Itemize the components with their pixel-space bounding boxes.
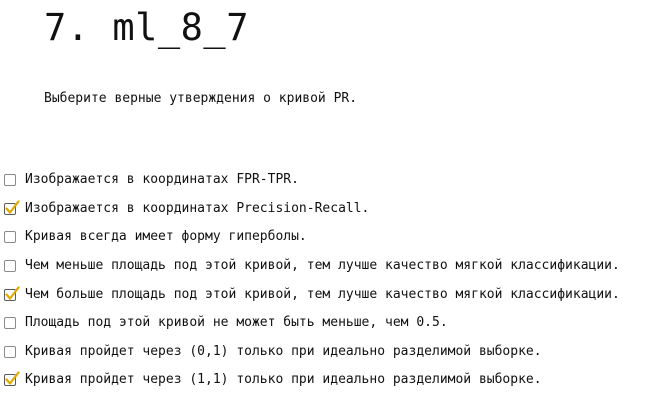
option-checkbox[interactable] (4, 174, 16, 187)
answer-option[interactable]: Чем меньше площадь под этой кривой, тем … (4, 252, 620, 281)
checkmark-icon (5, 371, 20, 386)
answer-option[interactable]: Кривая всегда имеет форму гиперболы. (4, 223, 620, 252)
option-label: Изображается в координатах FPR-TPR. (25, 172, 299, 188)
option-label: Площадь под этой кривой не может быть ме… (25, 315, 448, 331)
option-label: Кривая всегда имеет форму гиперболы. (25, 229, 307, 245)
page-title: 7. ml_8_7 (44, 6, 249, 49)
checkmark-icon (5, 286, 20, 300)
option-checkbox[interactable] (4, 345, 16, 358)
answer-option[interactable]: Изображается в координатах Precision-Rec… (4, 195, 620, 224)
option-label: Кривая пройдет через (1,1) только при ид… (25, 372, 542, 388)
option-checkbox[interactable] (4, 260, 16, 273)
option-label: Чем больше площадь под этой кривой, тем … (25, 286, 620, 302)
answer-option[interactable]: Чем больше площадь под этой кривой, тем … (4, 280, 620, 309)
answer-option[interactable]: Кривая пройдет через (0,1) только при ид… (4, 338, 620, 367)
option-label: Кривая пройдет через (0,1) только при ид… (25, 343, 542, 359)
answer-option[interactable]: Кривая пройдет через (1,1) только при ид… (4, 366, 620, 395)
answer-option[interactable]: Изображается в координатах FPR-TPR. (4, 166, 620, 195)
option-label: Чем меньше площадь под этой кривой, тем … (25, 258, 620, 274)
answer-option[interactable]: Площадь под этой кривой не может быть ме… (4, 309, 620, 338)
option-checkbox[interactable] (4, 371, 20, 387)
option-checkbox[interactable] (4, 200, 20, 215)
answer-options-list: Изображается в координатах FPR-TPR. Изоб… (4, 166, 620, 395)
option-checkbox[interactable] (4, 286, 20, 301)
question-text: Выберите верные утверждения о кривой PR. (44, 91, 358, 106)
checkmark-icon (5, 200, 20, 214)
option-label: Изображается в координатах Precision-Rec… (25, 200, 370, 216)
option-checkbox[interactable] (4, 231, 16, 244)
option-checkbox[interactable] (4, 317, 16, 330)
